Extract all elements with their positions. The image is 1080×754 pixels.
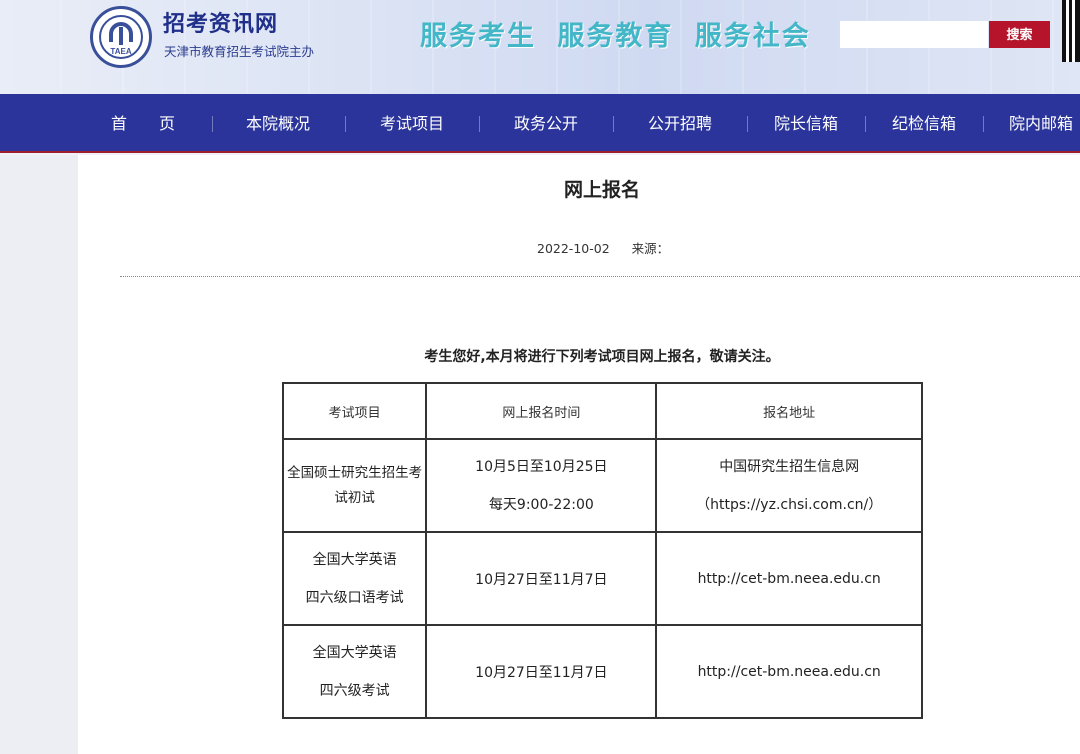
article-source-label: 来源： [631,241,670,256]
nav-item-recruitment[interactable]: 公开招聘 [648,94,712,153]
left-margin [0,155,78,754]
time-cell: 10月27日至11月7日 [425,531,658,626]
nav-separator [345,116,346,132]
logo-bar [119,27,123,45]
nav-separator [865,116,866,132]
article-intro: 考生您好,本月将进行下列考试项目网上报名，敬请关注。 [424,349,780,365]
search-input[interactable] [840,21,988,48]
time-line: 每天9:00-22:00 [488,496,594,513]
address-line: 中国研究生招生信息网 [719,458,860,475]
table-row: 全国大学英语 四六级考试 10月27日至11月7日 http://cet-bm.… [281,624,923,719]
nav-item-internal-mail[interactable]: 院内邮箱 [1009,94,1073,153]
table-row: 全国大学英语 四六级口语考试 10月27日至11月7日 http://cet-b… [281,531,923,626]
exam-name-line: 四六级考试 [319,682,390,699]
main-nav: 首 页 本院概况 考试项目 政务公开 公开招聘 院长信箱 纪检信箱 院内邮箱 [0,94,1080,153]
table-header-exam: 考试项目 [281,382,428,440]
site-title[interactable]: 招考资讯网 [163,6,278,38]
article-title: 网上报名 [563,179,640,201]
nav-item-government-affairs[interactable]: 政务公开 [514,94,578,153]
site-subtitle: 天津市教育招生考试院主办 [164,44,315,59]
article-meta: 2022-10-02 来源： [537,238,669,257]
address-link[interactable]: http://cet-bm.neea.edu.cn [655,531,923,626]
time-cell: 10月5日至10月25日 每天9:00-22:00 [425,438,658,533]
nav-item-about[interactable]: 本院概况 [246,94,310,153]
table-header-time: 网上报名时间 [425,382,658,440]
logo-text: TAEA [110,47,132,56]
nav-item-president-mailbox[interactable]: 院长信箱 [774,94,838,153]
nav-separator [613,116,614,132]
nav-item-exams[interactable]: 考试项目 [380,94,444,153]
exam-cell: 全国大学英语 四六级考试 [281,624,428,719]
site-header: TAEA 招考资讯网 天津市教育招生考试院主办 服务考生 服务教育 服务社会 搜… [0,0,1080,94]
exam-registration-table: 考试项目 网上报名时间 报名地址 全国硕士研究生招生考 试初试 10月5日至10… [281,382,923,719]
table-header-address: 报名地址 [655,382,923,440]
time-line: 10月5日至10月25日 [475,458,608,475]
exam-cell: 全国硕士研究生招生考 试初试 [281,438,428,533]
search-button[interactable]: 搜索 [989,21,1050,48]
nav-item-discipline-mailbox[interactable]: 纪检信箱 [892,94,956,153]
exam-cell: 全国大学英语 四六级口语考试 [281,531,428,626]
address-link[interactable]: （https://yz.chsi.com.cn/） [657,486,921,524]
address-link[interactable]: http://cet-bm.neea.edu.cn [655,624,923,719]
exam-name-line: 全国大学英语 [312,551,397,568]
exam-name-line: 四六级口语考试 [305,589,404,606]
exam-name-line: 试初试 [334,489,375,506]
qr-code-icon [1062,0,1080,62]
divider [120,276,1080,277]
table-header-row: 考试项目 网上报名时间 报名地址 [281,382,923,440]
exam-name-line: 全国硕士研究生招生考 [287,464,423,481]
slogan: 服务考生 服务教育 服务社会 [420,21,811,52]
nav-separator [212,116,213,132]
site-logo[interactable]: TAEA [90,6,152,68]
nav-separator [747,116,748,132]
article-date: 2022-10-02 [537,241,610,256]
nav-separator [983,116,984,132]
address-cell: 中国研究生招生信息网 （https://yz.chsi.com.cn/） [655,438,923,533]
time-cell: 10月27日至11月7日 [425,624,658,719]
nav-separator [479,116,480,132]
table-row: 全国硕士研究生招生考 试初试 10月5日至10月25日 每天9:00-22:00… [281,438,923,533]
exam-name-line: 全国大学英语 [312,644,397,661]
nav-item-home[interactable]: 首 页 [111,94,175,153]
